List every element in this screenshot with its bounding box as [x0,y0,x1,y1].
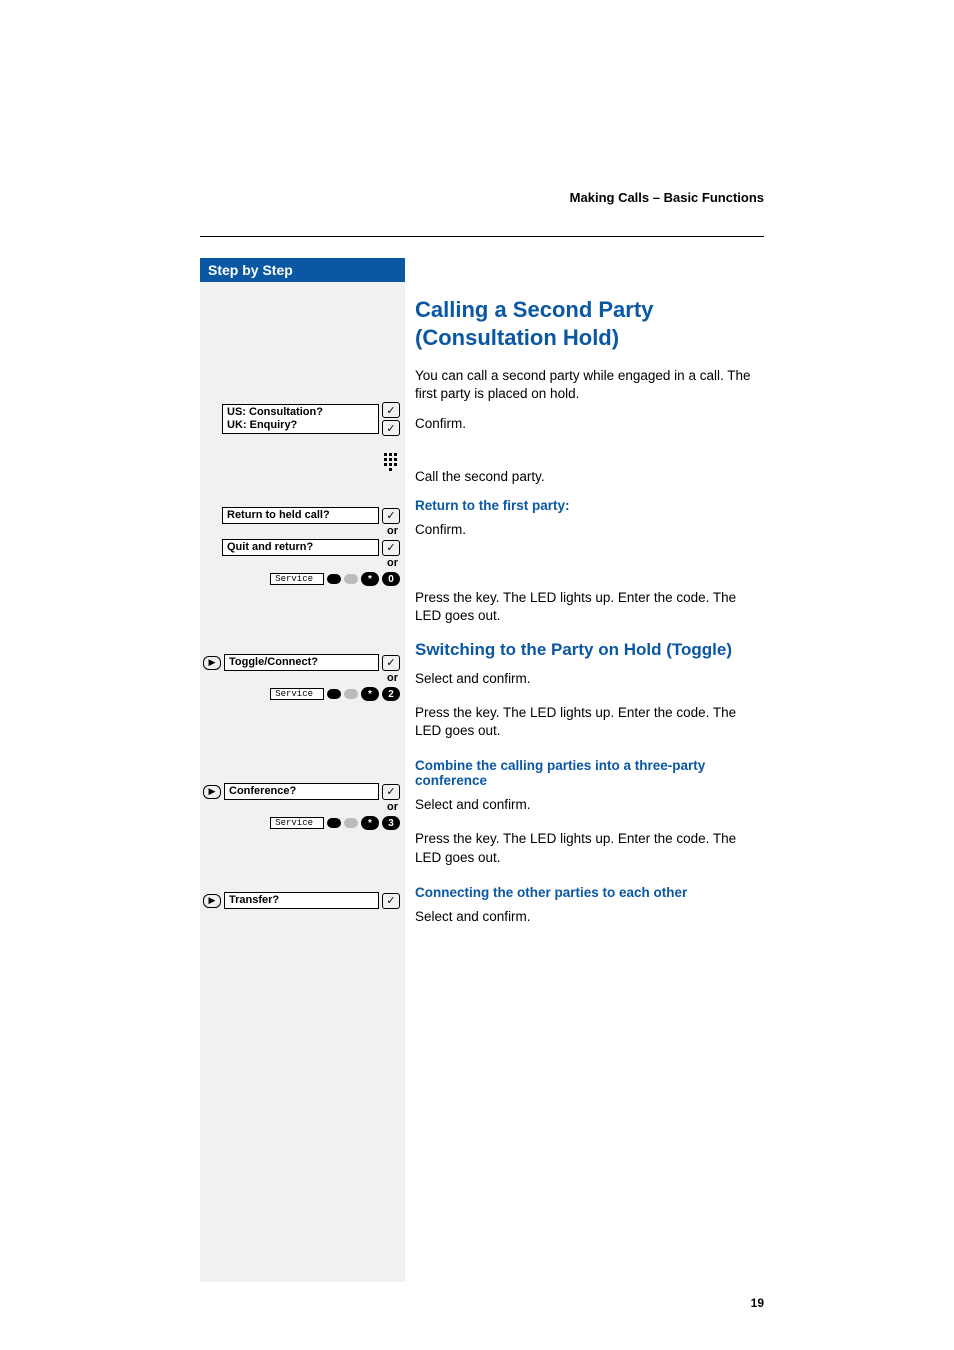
service-label: Service [270,688,324,700]
prompt-text: Transfer? [224,892,379,909]
led-off-icon [344,574,358,584]
body-text: You can call a second party while engage… [415,367,764,403]
confirm-key-icon: ✓ [382,420,400,436]
service-label: Service [270,817,324,829]
body-text: Press the key. The LED lights up. Enter … [415,589,764,625]
prompt-text: US: Consultation? [227,406,374,419]
body-text: Press the key. The LED lights up. Enter … [415,830,764,866]
star-key-icon: * [361,816,379,830]
prompt-return-held: Return to held call? ✓ or [203,507,400,538]
body-text: Select and confirm. [415,670,764,688]
section-heading: Calling a Second Party (Consultation Hol… [415,296,764,351]
body-text: Press the key. The LED lights up. Enter … [415,704,764,740]
service-label: Service [270,573,324,585]
content-column: Calling a Second Party (Consultation Hol… [415,258,764,932]
prompt-toggle: ▶ Toggle/Connect? ✓ or [203,654,400,685]
step-sidebar: Step by Step US: Consultation? UK: Enqui… [200,258,405,1282]
subsection-heading: Switching to the Party on Hold (Toggle) [415,640,764,660]
led-on-icon [327,574,341,584]
digit-key-icon: 2 [382,687,400,701]
service-code-row: Service * 2 [203,687,400,701]
prompt-conference: ▶ Conference? ✓ or [203,783,400,814]
body-text: Confirm. [415,415,764,433]
prompt-text: UK: Enquiry? [227,419,374,432]
prompt-consultation: US: Consultation? UK: Enquiry? ✓ ✓ [203,402,400,436]
confirm-key-icon: ✓ [382,402,400,418]
confirm-key-icon: ✓ [382,893,400,909]
prompt-text: Return to held call? [222,507,379,524]
service-code-row: Service * 0 [203,572,400,586]
confirm-key-icon: ✓ [382,540,400,556]
led-on-icon [327,818,341,828]
service-code-row: Service * 3 [203,816,400,830]
confirm-key-icon: ✓ [382,508,400,524]
confirm-key-icon: ✓ [382,655,400,671]
or-label: or [203,524,400,538]
prompt-text: Toggle/Connect? [224,654,379,671]
scroll-key-icon: ▶ [203,785,221,799]
body-text: Call the second party. [415,468,764,486]
digit-key-icon: 3 [382,816,400,830]
prompt-transfer: ▶ Transfer? ✓ [203,892,400,909]
prompt-text: Conference? [224,783,379,800]
sidebar-title: Step by Step [200,258,405,282]
header-rule [200,236,764,237]
body-text: Confirm. [415,521,764,539]
subheading: Combine the calling parties into a three… [415,758,764,788]
keypad-icon [384,453,400,469]
star-key-icon: * [361,572,379,586]
star-key-icon: * [361,687,379,701]
scroll-key-icon: ▶ [203,894,221,908]
led-off-icon [344,689,358,699]
running-head: Making Calls – Basic Functions [200,190,764,205]
subheading: Return to the first party: [415,498,764,513]
body-text: Select and confirm. [415,908,764,926]
dial-icon-row [203,453,400,474]
scroll-key-icon: ▶ [203,656,221,670]
or-label: or [203,556,400,570]
prompt-text: Quit and return? [222,539,379,556]
led-off-icon [344,818,358,828]
or-label: or [203,800,400,814]
confirm-key-icon: ✓ [382,784,400,800]
digit-key-icon: 0 [382,572,400,586]
subheading: Connecting the other parties to each oth… [415,885,764,900]
body-text: Select and confirm. [415,796,764,814]
led-on-icon [327,689,341,699]
or-label: or [203,671,400,685]
page-number: 19 [751,1296,764,1310]
prompt-quit-return: Quit and return? ✓ or [203,539,400,570]
